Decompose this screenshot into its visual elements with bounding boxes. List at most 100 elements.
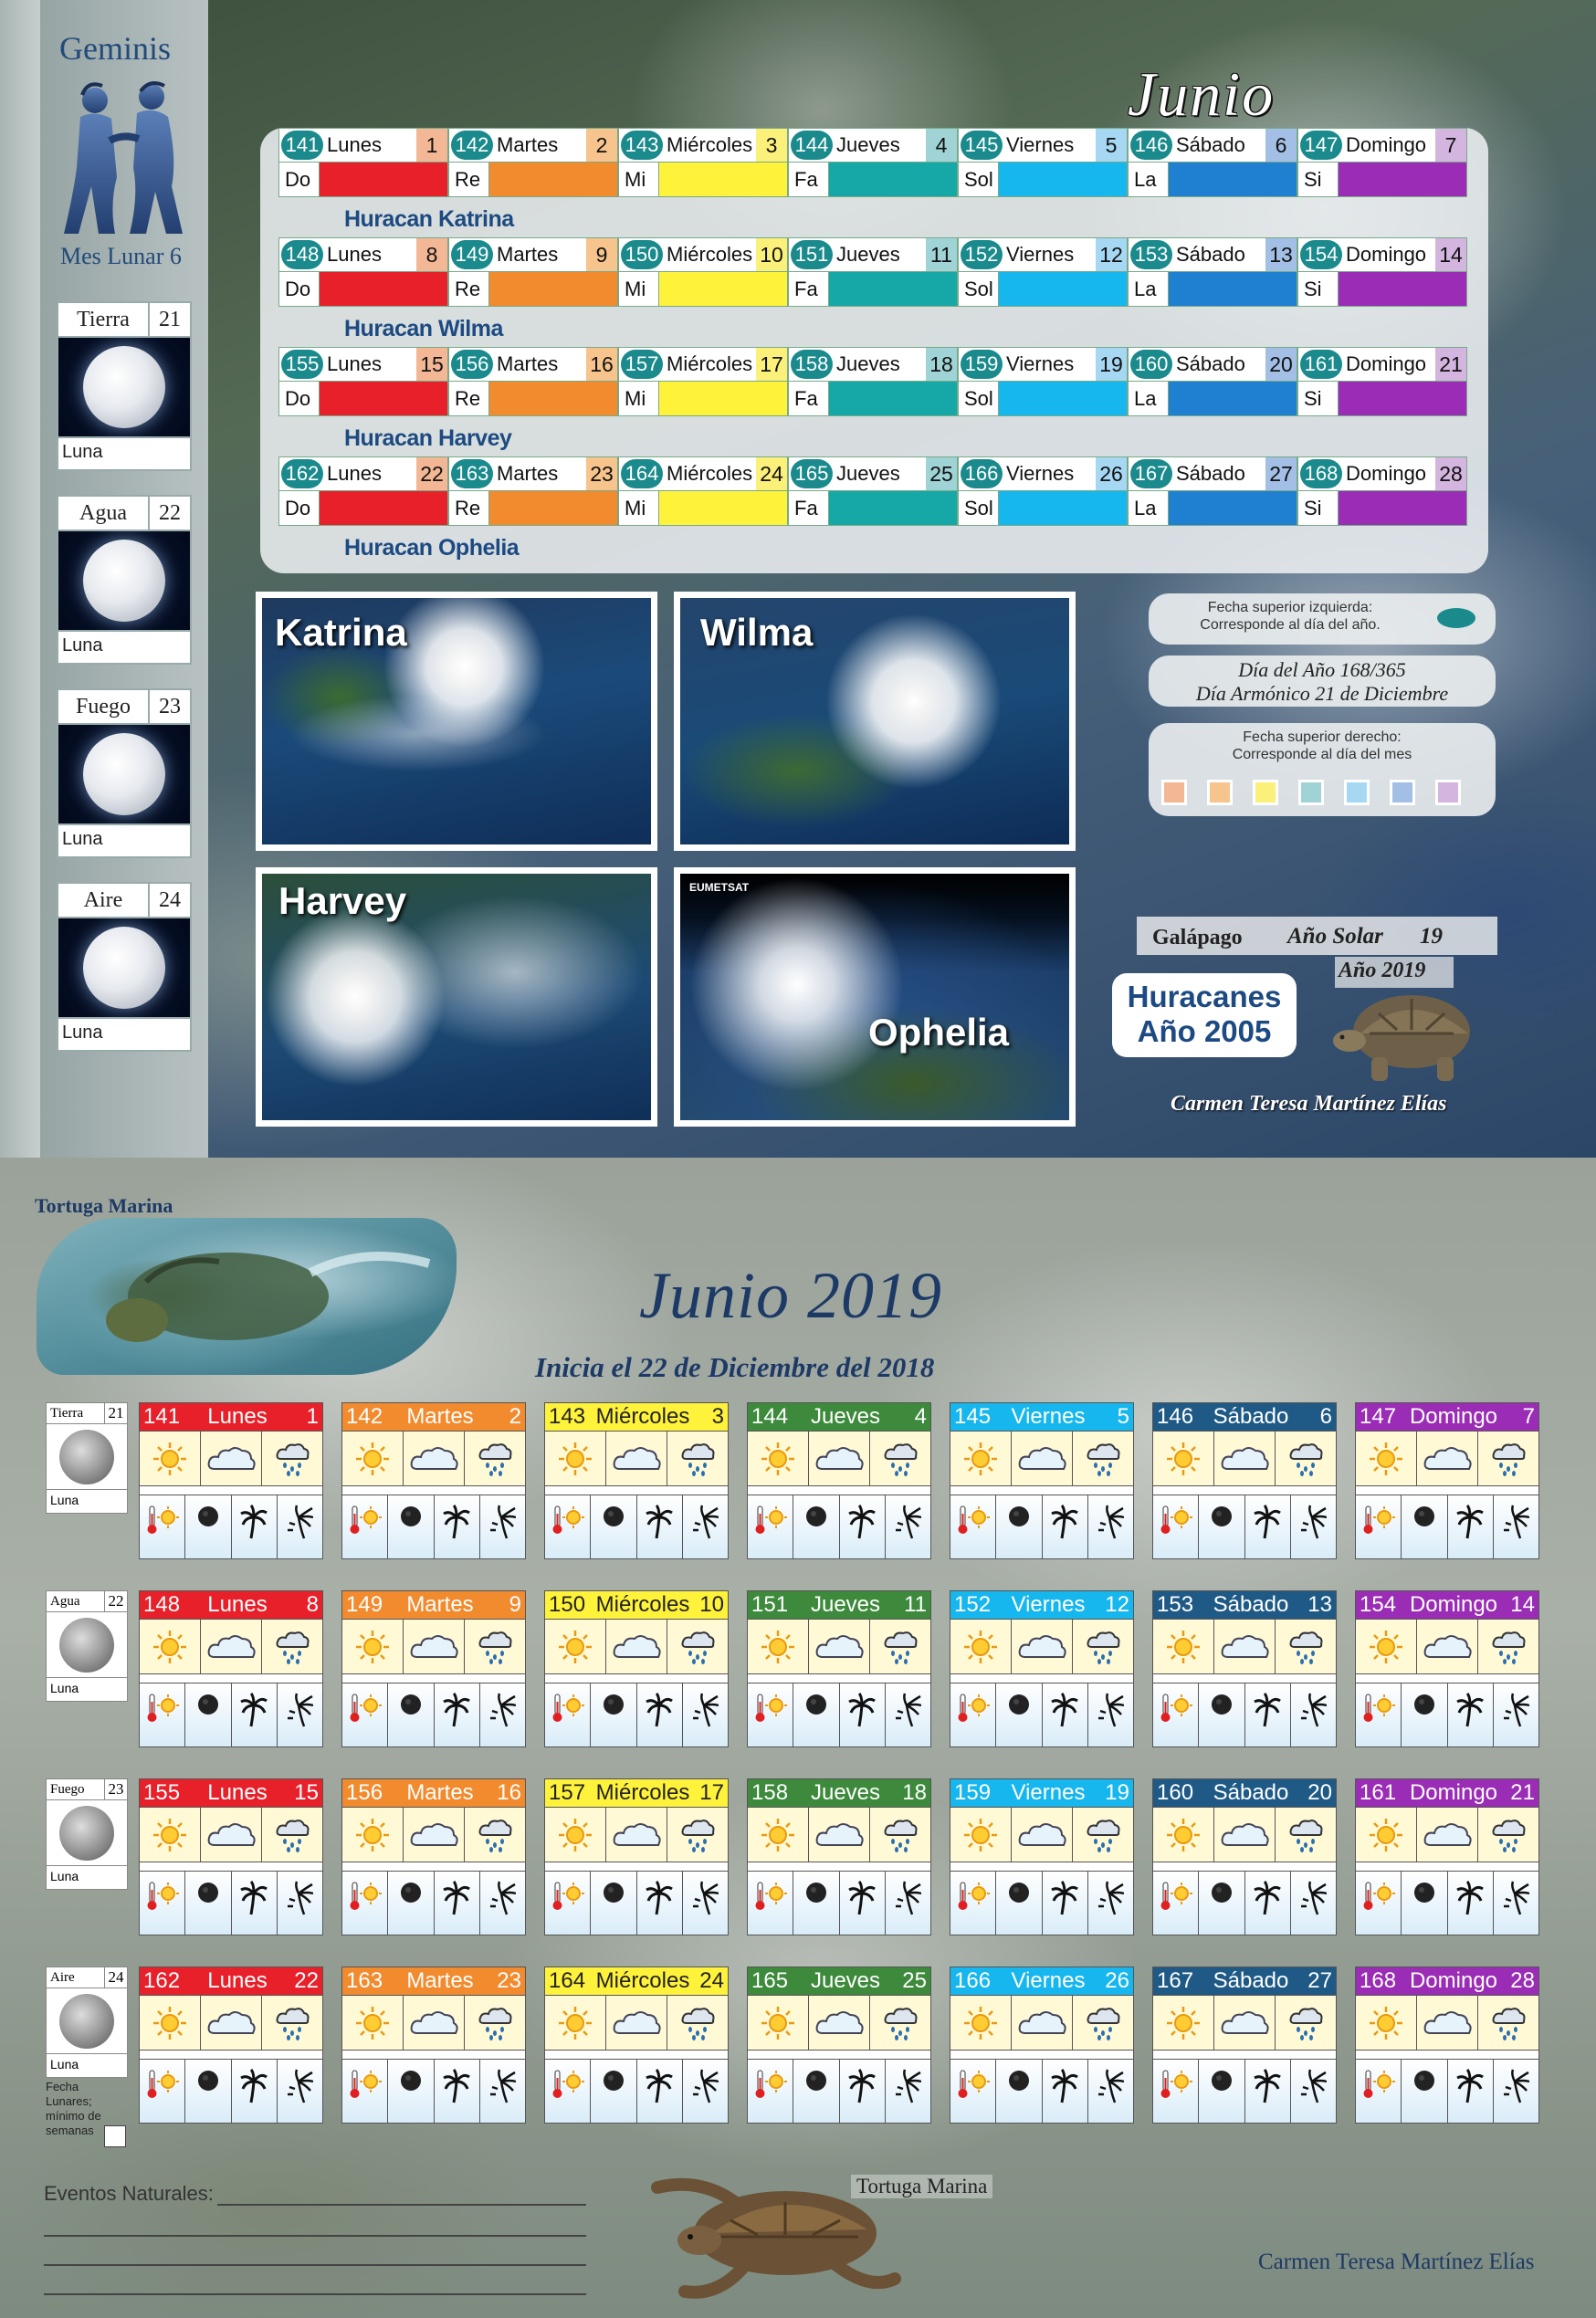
palm-tree-icon[interactable] [232, 1683, 278, 1746]
day-cell[interactable]: 150 Miércoles 10 [618, 237, 788, 272]
palm-tree-icon[interactable] [435, 1872, 480, 1935]
rain-icon[interactable] [870, 1996, 930, 2050]
cloud-icon[interactable] [1012, 1808, 1073, 1862]
sun-icon[interactable] [1153, 1808, 1214, 1862]
day-cell[interactable]: 144 Jueves 4 [788, 128, 958, 163]
sun-icon[interactable] [1153, 1432, 1214, 1485]
day-cell[interactable]: 167 Sábado 27 [1128, 456, 1297, 491]
bottom-day-cell[interactable]: 149 Martes 9 [341, 1590, 526, 1771]
day-cell[interactable]: 146 Sábado 6 [1128, 128, 1297, 163]
day-cell[interactable]: 160 Sábado 20 [1128, 347, 1297, 382]
day-color-cell[interactable]: Mi [618, 163, 788, 197]
windy-palm-icon[interactable] [1088, 1872, 1133, 1935]
sun-icon[interactable] [950, 1432, 1012, 1485]
windy-palm-icon[interactable] [278, 2060, 322, 2123]
palm-tree-icon[interactable] [1448, 1872, 1494, 1935]
palm-tree-icon[interactable] [435, 2060, 480, 2123]
sun-icon[interactable] [748, 1996, 809, 2050]
new-moon-icon[interactable] [388, 1683, 435, 1746]
palm-tree-icon[interactable] [1448, 2060, 1494, 2123]
bottom-day-cell[interactable]: 146 Sábado 6 [1152, 1402, 1337, 1583]
new-moon-icon[interactable] [1402, 1872, 1448, 1935]
thermometer-icon[interactable] [140, 1683, 186, 1746]
bottom-day-cell[interactable]: 153 Sábado 13 [1152, 1590, 1337, 1771]
palm-tree-icon[interactable] [435, 1683, 480, 1746]
bottom-day-cell[interactable]: 142 Martes 2 [341, 1402, 526, 1583]
cloud-icon[interactable] [1417, 1808, 1478, 1862]
day-color-cell[interactable]: Fa [788, 382, 958, 416]
sun-icon[interactable] [748, 1432, 809, 1485]
rain-icon[interactable] [667, 1620, 728, 1673]
bottom-day-cell[interactable]: 143 Miércoles 3 [544, 1402, 729, 1583]
rain-icon[interactable] [1478, 1996, 1538, 2050]
palm-tree-icon[interactable] [1245, 1872, 1291, 1935]
windy-palm-icon[interactable] [683, 2060, 728, 2123]
windy-palm-icon[interactable] [1494, 1683, 1538, 1746]
thermometer-icon[interactable] [950, 2060, 997, 2123]
cloud-icon[interactable] [606, 1808, 667, 1862]
rain-icon[interactable] [667, 1808, 728, 1862]
thermometer-icon[interactable] [1356, 1683, 1402, 1746]
cloud-icon[interactable] [809, 1432, 870, 1485]
new-moon-icon[interactable] [591, 1872, 637, 1935]
palm-tree-icon[interactable] [1043, 1872, 1088, 1935]
windy-palm-icon[interactable] [1088, 1495, 1133, 1558]
day-cell[interactable]: 143 Miércoles 3 [618, 128, 788, 163]
windy-palm-icon[interactable] [1494, 1872, 1538, 1935]
palm-tree-icon[interactable] [637, 1872, 683, 1935]
sun-icon[interactable] [1153, 1620, 1214, 1673]
windy-palm-icon[interactable] [1088, 1683, 1133, 1746]
thermometer-icon[interactable] [342, 1872, 389, 1935]
new-moon-icon[interactable] [185, 1683, 232, 1746]
day-color-cell[interactable]: Mi [618, 382, 788, 416]
eventos-line-1[interactable] [217, 2204, 586, 2206]
day-color-cell[interactable]: Sol [958, 491, 1128, 526]
palm-tree-icon[interactable] [1448, 1683, 1494, 1746]
thermometer-icon[interactable] [545, 1872, 592, 1935]
rain-icon[interactable] [465, 1432, 525, 1485]
new-moon-icon[interactable] [793, 1872, 840, 1935]
day-cell[interactable]: 161 Domingo 21 [1297, 347, 1467, 382]
new-moon-icon[interactable] [1199, 1495, 1245, 1558]
cloud-icon[interactable] [201, 1620, 262, 1673]
rain-icon[interactable] [667, 1996, 728, 2050]
new-moon-icon[interactable] [996, 1495, 1043, 1558]
windy-palm-icon[interactable] [1291, 2060, 1336, 2123]
cloud-icon[interactable] [404, 1996, 465, 2050]
sun-icon[interactable] [342, 1620, 404, 1673]
cloud-icon[interactable] [404, 1808, 465, 1862]
new-moon-icon[interactable] [996, 1872, 1043, 1935]
sun-icon[interactable] [1356, 1620, 1417, 1673]
palm-tree-icon[interactable] [637, 1683, 683, 1746]
day-color-cell[interactable]: Si [1297, 163, 1467, 197]
windy-palm-icon[interactable] [1088, 2060, 1133, 2123]
bottom-day-cell[interactable]: 162 Lunes 22 [139, 1967, 323, 2147]
day-cell[interactable]: 163 Martes 23 [448, 456, 618, 491]
day-cell[interactable]: 158 Jueves 18 [788, 347, 958, 382]
cloud-icon[interactable] [1012, 1432, 1073, 1485]
palm-tree-icon[interactable] [840, 1683, 886, 1746]
new-moon-icon[interactable] [1199, 1872, 1245, 1935]
bottom-day-cell[interactable]: 147 Domingo 7 [1355, 1402, 1539, 1583]
rain-icon[interactable] [262, 1620, 322, 1673]
windy-palm-icon[interactable] [480, 2060, 525, 2123]
bottom-day-cell[interactable]: 151 Jueves 11 [747, 1590, 931, 1771]
cloud-icon[interactable] [1214, 1808, 1276, 1862]
palm-tree-icon[interactable] [1245, 1683, 1291, 1746]
new-moon-icon[interactable] [996, 2060, 1043, 2123]
rain-icon[interactable] [1478, 1620, 1538, 1673]
rain-icon[interactable] [1478, 1432, 1538, 1485]
windy-palm-icon[interactable] [480, 1683, 525, 1746]
palm-tree-icon[interactable] [840, 1495, 886, 1558]
thermometer-icon[interactable] [545, 1495, 592, 1558]
thermometer-icon[interactable] [1153, 2060, 1200, 2123]
sun-icon[interactable] [140, 1996, 201, 2050]
windy-palm-icon[interactable] [886, 2060, 930, 2123]
day-cell[interactable]: 168 Domingo 28 [1297, 456, 1467, 491]
sun-icon[interactable] [950, 1620, 1012, 1673]
day-cell[interactable]: 145 Viernes 5 [958, 128, 1128, 163]
windy-palm-icon[interactable] [1291, 1495, 1336, 1558]
bottom-day-cell[interactable]: 160 Sábado 20 [1152, 1778, 1337, 1959]
sun-icon[interactable] [950, 1808, 1012, 1862]
bottom-day-cell[interactable]: 159 Viernes 19 [950, 1778, 1134, 1959]
